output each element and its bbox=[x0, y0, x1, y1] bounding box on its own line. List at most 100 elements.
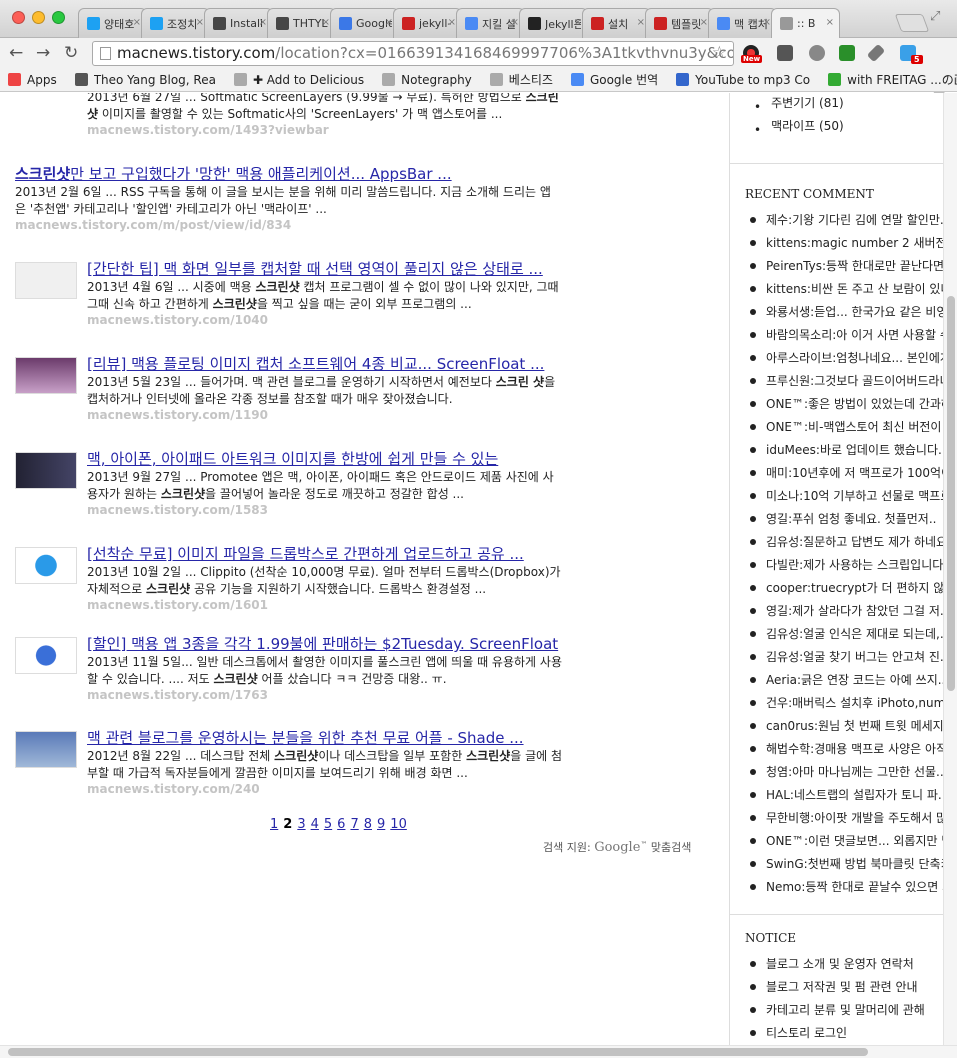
close-icon[interactable]: × bbox=[826, 17, 834, 28]
forward-icon[interactable]: → bbox=[36, 43, 50, 63]
recent-comment-link[interactable]: 무한비행:아이팟 개발을 주도해서 많은 bbox=[750, 806, 943, 829]
close-icon[interactable]: × bbox=[448, 17, 456, 28]
tab[interactable]: 템플릿 × bbox=[645, 8, 714, 38]
result-title-link[interactable]: [할인] 맥용 앱 3종을 각각 1.99불에 판매하는 $2Tuesday. … bbox=[87, 633, 567, 654]
page-link[interactable]: 4 bbox=[311, 817, 319, 832]
result-title-link[interactable]: [선착순 무료] 이미지 파일을 드롭박스로 간편하게 업로드하고 공유 ... bbox=[87, 543, 567, 564]
close-window-button[interactable] bbox=[12, 11, 25, 24]
horizontal-scrollbar[interactable] bbox=[0, 1045, 957, 1058]
extension-link-icon[interactable] bbox=[809, 45, 825, 61]
page-link[interactable]: 10 bbox=[390, 817, 407, 832]
notice-link[interactable]: 카테고리 분류 및 말머리에 관해 bbox=[750, 998, 943, 1021]
devices-thumb[interactable] bbox=[15, 452, 77, 489]
result-title-link[interactable]: 맥 관련 블로그를 운영하시는 분들을 위한 추천 무료 어플 - Shade … bbox=[87, 727, 567, 748]
bookmark-item[interactable]: Google 번역 bbox=[570, 71, 658, 88]
horizontal-scroll-thumb[interactable] bbox=[8, 1048, 868, 1056]
app-icon-thumb[interactable] bbox=[15, 637, 77, 674]
recent-comment-link[interactable]: SwinG:첫번째 방법 북마클릿 단축키 bbox=[750, 852, 943, 875]
tab[interactable]: 설치 × bbox=[582, 8, 651, 38]
close-icon[interactable]: × bbox=[637, 17, 645, 28]
recent-comment-link[interactable]: ONE™:이런 댓글보면... 외롭지만 맘 bbox=[750, 829, 943, 852]
clippito-thumb[interactable] bbox=[15, 547, 77, 584]
recent-comment-link[interactable]: 해법수학:경매용 맥프로 사양은 아직 안 bbox=[750, 737, 943, 760]
recent-comment-link[interactable]: Aeria:긁은 연장 코드는 아예 쓰지.. bbox=[750, 668, 943, 691]
close-icon[interactable]: × bbox=[700, 17, 708, 28]
recent-comment-link[interactable]: 영길:푸쉬 엄청 좋네요. 첫플먼저.. bbox=[750, 507, 943, 530]
category-link[interactable]: 주변기기 (81) bbox=[754, 93, 943, 114]
close-icon[interactable]: × bbox=[385, 17, 393, 28]
recent-comment-link[interactable]: 청염:아마 마나님께는 그만한 선물.. bbox=[750, 760, 943, 783]
result-title-link[interactable]: 맥, 아이폰, 아이패드 아트워크 이미지를 한방에 쉽게 만들 수 있는 bbox=[87, 448, 567, 469]
tab[interactable]: Jekyll은 × bbox=[519, 8, 588, 38]
recent-comment-link[interactable]: 제수:기왕 기다린 김에 연말 할인만.. bbox=[750, 208, 943, 231]
result-title-link[interactable]: [간단한 팁] 맥 화면 일부를 캡처할 때 선택 영역이 풀리지 않은 상태로… bbox=[87, 258, 567, 279]
close-icon[interactable]: × bbox=[196, 17, 204, 28]
tab[interactable]: Install × bbox=[204, 8, 273, 38]
tab[interactable]: jekyll- × bbox=[393, 8, 462, 38]
close-icon[interactable]: × bbox=[322, 17, 330, 28]
tab[interactable]: 맥 캡처 × bbox=[708, 8, 777, 38]
notice-link[interactable]: 티스토리 로그인 bbox=[750, 1021, 943, 1044]
recent-comment-link[interactable]: 와룡서생:듣업... 한국가요 같은 비영어 bbox=[750, 300, 943, 323]
bookmark-item[interactable]: Theo Yang Blog, Rea bbox=[74, 73, 216, 87]
tab[interactable]: 지킬 설 × bbox=[456, 8, 525, 38]
wrench-icon[interactable] bbox=[866, 43, 886, 63]
recent-comment-link[interactable]: cooper:truecrypt가 더 편하지 않나 bbox=[750, 576, 943, 599]
tab[interactable]: :: B × bbox=[771, 8, 840, 38]
result-title-link[interactable]: [리뷰] 맥용 플로팅 이미지 캡처 소프트웨어 4종 비교... Screen… bbox=[87, 353, 567, 374]
close-icon[interactable]: × bbox=[763, 17, 771, 28]
page-link[interactable]: 5 bbox=[324, 817, 332, 832]
tab[interactable]: Google × bbox=[330, 8, 399, 38]
recent-comment-link[interactable]: PeirenTys:등짝 한대로만 끝난다면.. bbox=[750, 254, 943, 277]
recent-comment-link[interactable]: kittens:비싼 돈 주고 산 보람이 있네 bbox=[750, 277, 943, 300]
recent-comment-link[interactable]: 영길:제가 살라다가 참았던 그걸 저.. bbox=[750, 599, 943, 622]
recent-comment-link[interactable]: ONE™:좋은 방법이 있었는데 간과하 bbox=[750, 392, 943, 415]
bookmark-item[interactable]: Notegraphy bbox=[382, 73, 472, 87]
recent-comment-link[interactable]: 아루스라이브:엄청나네요... 본인에게 bbox=[750, 346, 943, 369]
page-link[interactable]: 9 bbox=[377, 817, 385, 832]
tab[interactable]: 조정치 × bbox=[141, 8, 210, 38]
page-link[interactable]: 8 bbox=[364, 817, 372, 832]
recent-comment-link[interactable]: 바람의목소리:아 이거 사면 사용할 수 bbox=[750, 323, 943, 346]
recent-comment-link[interactable]: 미소나:10억 기부하고 선물로 맥프로.. bbox=[750, 484, 943, 507]
bookmark-star-icon[interactable]: ☆ bbox=[712, 42, 727, 65]
vertical-scrollbar[interactable] bbox=[943, 93, 957, 1045]
bookmark-item[interactable]: Apps bbox=[8, 73, 57, 87]
notice-link[interactable]: 블로그 저작권 및 펌 관련 안내 bbox=[750, 975, 943, 998]
recent-comment-link[interactable]: 김유성:얼굴 찾기 버그는 안고쳐 진.. bbox=[750, 645, 943, 668]
recent-comment-link[interactable]: HAL:네스트랩의 설립자가 토니 파.. bbox=[750, 783, 943, 806]
page-link[interactable]: 3 bbox=[297, 817, 305, 832]
recent-comment-link[interactable]: 김유성:질문하고 답변도 제가 하네요.. bbox=[750, 530, 943, 553]
minimize-window-button[interactable] bbox=[32, 11, 45, 24]
close-icon[interactable]: × bbox=[574, 17, 582, 28]
page-link[interactable]: 1 bbox=[270, 817, 278, 832]
recent-comment-link[interactable]: 매미:10년후에 저 맥프로가 100억이 bbox=[750, 461, 943, 484]
bookmark-item[interactable]: 베스티즈 bbox=[489, 71, 553, 88]
recent-comment-link[interactable]: 건우:매버릭스 설치후 iPhoto,numb bbox=[750, 691, 943, 714]
bookmark-item[interactable]: ✚ Add to Delicious bbox=[233, 73, 364, 87]
new-tab-button[interactable] bbox=[894, 14, 930, 32]
vertical-scroll-thumb[interactable] bbox=[947, 296, 955, 691]
shade-thumb[interactable] bbox=[15, 731, 77, 768]
evernote-icon[interactable] bbox=[839, 45, 855, 61]
address-bar[interactable]: macnews.tistory.com/location?cx=01663913… bbox=[92, 41, 734, 66]
tab[interactable]: 양태호 × bbox=[78, 8, 147, 38]
category-link[interactable]: 맥라이프 (50) bbox=[754, 114, 943, 137]
page-link[interactable]: 6 bbox=[337, 817, 345, 832]
page-link[interactable]: 7 bbox=[350, 817, 358, 832]
recent-comment-link[interactable]: can0rus:원님 첫 번째 트윗 메세지 해 bbox=[750, 714, 943, 737]
pocket-icon[interactable] bbox=[777, 45, 793, 61]
bookmark-item[interactable]: YouTube to mp3 Co bbox=[676, 73, 810, 87]
notice-link[interactable]: 블로그 소개 및 운영자 연락처 bbox=[750, 952, 943, 975]
desktop-thumb[interactable] bbox=[15, 357, 77, 394]
recent-comment-link[interactable]: 프루신원:그것보다 골드이어버드라니.. bbox=[750, 369, 943, 392]
recent-comment-link[interactable]: iduMees:바로 업데이트 했습니다. 덕 bbox=[750, 438, 943, 461]
recent-comment-link[interactable]: 김유성:얼굴 인식은 제대로 되는데,.. bbox=[750, 622, 943, 645]
bookmark-item[interactable]: with FREITAG ...の画 bbox=[828, 71, 957, 88]
reload-icon[interactable]: ↻ bbox=[64, 43, 78, 63]
recent-comment-link[interactable]: Nemo:등짝 한대로 끝날수 있으면 저 bbox=[750, 875, 943, 898]
close-icon[interactable]: × bbox=[259, 17, 267, 28]
zoom-window-button[interactable] bbox=[52, 11, 65, 24]
back-icon[interactable]: ← bbox=[9, 43, 23, 63]
fullscreen-icon[interactable]: ⤢ bbox=[930, 9, 940, 24]
